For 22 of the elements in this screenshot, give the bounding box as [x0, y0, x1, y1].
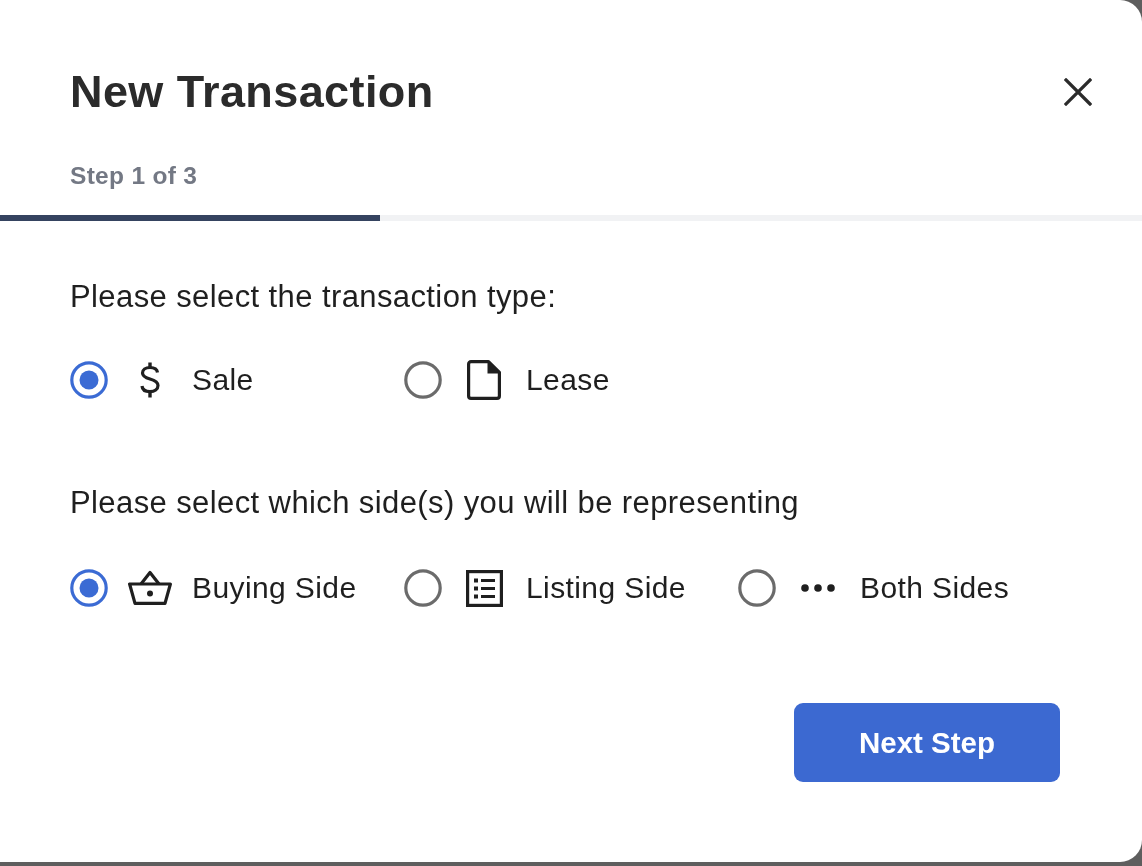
step-label: Step 1 of 3 — [70, 161, 198, 191]
radio-button[interactable] — [404, 361, 442, 399]
close-icon — [1064, 78, 1092, 106]
question-prompt: Please select which side(s) you will be representing — [70, 485, 799, 521]
basket-icon — [128, 570, 172, 606]
radio-button[interactable] — [404, 569, 442, 607]
more-dots-icon — [801, 584, 835, 592]
document-icon — [467, 360, 501, 400]
radio-label: Lease — [526, 362, 610, 398]
radio-button[interactable] — [70, 569, 108, 607]
dollar-icon — [139, 362, 161, 398]
radio-button[interactable] — [70, 361, 108, 399]
close-button[interactable] — [1064, 78, 1092, 106]
radio-button[interactable] — [738, 569, 776, 607]
question-prompt: Please select the transaction type: — [70, 279, 557, 315]
dialog-title: New Transaction — [70, 66, 434, 118]
radio-label: Buying Side — [192, 570, 357, 606]
list-icon — [465, 569, 503, 607]
radio-label: Both Sides — [860, 570, 1010, 606]
radio-label: Sale — [192, 362, 254, 398]
next-step-button[interactable]: Next Step — [794, 703, 1060, 782]
radio-label: Listing Side — [526, 570, 686, 606]
